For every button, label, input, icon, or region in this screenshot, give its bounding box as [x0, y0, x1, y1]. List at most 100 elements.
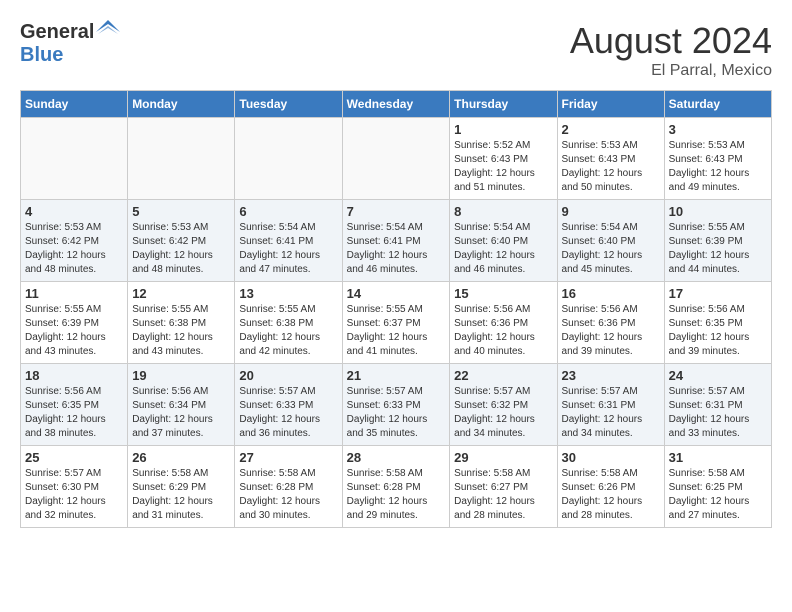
calendar-cell: 3 Sunrise: 5:53 AM Sunset: 6:43 PM Daylig…: [664, 118, 771, 200]
day-number: 21: [347, 368, 446, 383]
day-number: 25: [25, 450, 123, 465]
day-info: Sunrise: 5:58 AM Sunset: 6:27 PM Dayligh…: [454, 467, 552, 523]
calendar-week-row: 11 Sunrise: 5:55 AM Sunset: 6:39 PM Dayli…: [21, 282, 772, 364]
day-number: 2: [562, 122, 660, 137]
day-info: Sunrise: 5:53 AM Sunset: 6:42 PM Dayligh…: [132, 221, 230, 277]
day-number: 9: [562, 204, 660, 219]
calendar-subtitle: El Parral, Mexico: [570, 62, 772, 80]
day-number: 17: [669, 286, 767, 301]
day-info: Sunrise: 5:54 AM Sunset: 6:40 PM Dayligh…: [454, 221, 552, 277]
calendar-cell: [342, 118, 450, 200]
day-info: Sunrise: 5:56 AM Sunset: 6:35 PM Dayligh…: [669, 303, 767, 359]
day-info: Sunrise: 5:58 AM Sunset: 6:26 PM Dayligh…: [562, 467, 660, 523]
calendar-cell: 14 Sunrise: 5:55 AM Sunset: 6:37 PM Dayli…: [342, 282, 450, 364]
calendar-cell: 7 Sunrise: 5:54 AM Sunset: 6:41 PM Daylig…: [342, 200, 450, 282]
day-info: Sunrise: 5:54 AM Sunset: 6:41 PM Dayligh…: [347, 221, 446, 277]
calendar-cell: [128, 118, 235, 200]
calendar-cell: 15 Sunrise: 5:56 AM Sunset: 6:36 PM Dayli…: [450, 282, 557, 364]
day-number: 26: [132, 450, 230, 465]
calendar-cell: 27Sunrise: 5:58 AM Sunset: 6:28 PM Dayli…: [235, 446, 342, 528]
calendar-cell: 18 Sunrise: 5:56 AM Sunset: 6:35 PM Dayli…: [21, 364, 128, 446]
day-number: 15: [454, 286, 552, 301]
logo: General Blue: [20, 20, 120, 67]
day-number: 18: [25, 368, 123, 383]
day-number: 5: [132, 204, 230, 219]
day-info: Sunrise: 5:57 AM Sunset: 6:31 PM Dayligh…: [562, 385, 660, 441]
day-info: Sunrise: 5:57 AM Sunset: 6:32 PM Dayligh…: [454, 385, 552, 441]
calendar-cell: [235, 118, 342, 200]
day-number: 16: [562, 286, 660, 301]
calendar-cell: 26 Sunrise: 5:58 AM Sunset: 6:29 PM Dayli…: [128, 446, 235, 528]
page-header: General Blue August 2024 El Parral, Mexi…: [20, 20, 772, 80]
calendar-cell: 2 Sunrise: 5:53 AM Sunset: 6:43 PM Daylig…: [557, 118, 664, 200]
calendar-cell: 23 Sunrise: 5:57 AM Sunset: 6:31 PM Dayli…: [557, 364, 664, 446]
day-info: Sunrise: 5:56 AM Sunset: 6:35 PM Dayligh…: [25, 385, 123, 441]
calendar-header-friday: Friday: [557, 91, 664, 118]
title-section: August 2024 El Parral, Mexico: [570, 20, 772, 80]
day-number: 1: [454, 122, 552, 137]
logo-general-text: General: [20, 21, 94, 44]
day-number: 24: [669, 368, 767, 383]
day-info: Sunrise: 5:57 AM Sunset: 6:31 PM Dayligh…: [669, 385, 767, 441]
calendar-cell: 22Sunrise: 5:57 AM Sunset: 6:32 PM Dayli…: [450, 364, 557, 446]
day-number: 29: [454, 450, 552, 465]
calendar-cell: 9 Sunrise: 5:54 AM Sunset: 6:40 PM Daylig…: [557, 200, 664, 282]
day-number: 23: [562, 368, 660, 383]
logo-icon: [96, 20, 120, 44]
calendar-header-sunday: Sunday: [21, 91, 128, 118]
day-info: Sunrise: 5:58 AM Sunset: 6:25 PM Dayligh…: [669, 467, 767, 523]
calendar-week-row: 18 Sunrise: 5:56 AM Sunset: 6:35 PM Dayli…: [21, 364, 772, 446]
day-info: Sunrise: 5:53 AM Sunset: 6:42 PM Dayligh…: [25, 221, 123, 277]
day-number: 3: [669, 122, 767, 137]
day-info: Sunrise: 5:58 AM Sunset: 6:29 PM Dayligh…: [132, 467, 230, 523]
day-number: 13: [239, 286, 337, 301]
calendar-cell: 20Sunrise: 5:57 AM Sunset: 6:33 PM Dayli…: [235, 364, 342, 446]
calendar-header-saturday: Saturday: [664, 91, 771, 118]
day-info: Sunrise: 5:57 AM Sunset: 6:33 PM Dayligh…: [347, 385, 446, 441]
calendar-week-row: 1 Sunrise: 5:52 AM Sunset: 6:43 PM Daylig…: [21, 118, 772, 200]
day-info: Sunrise: 5:52 AM Sunset: 6:43 PM Dayligh…: [454, 139, 552, 195]
day-info: Sunrise: 5:55 AM Sunset: 6:39 PM Dayligh…: [25, 303, 123, 359]
day-number: 28: [347, 450, 446, 465]
day-info: Sunrise: 5:56 AM Sunset: 6:36 PM Dayligh…: [454, 303, 552, 359]
calendar-header-row: SundayMondayTuesdayWednesdayThursdayFrid…: [21, 91, 772, 118]
day-number: 10: [669, 204, 767, 219]
calendar-title: August 2024: [570, 20, 772, 62]
calendar-cell: 16Sunrise: 5:56 AM Sunset: 6:36 PM Dayli…: [557, 282, 664, 364]
calendar-header-tuesday: Tuesday: [235, 91, 342, 118]
calendar-cell: 17 Sunrise: 5:56 AM Sunset: 6:35 PM Dayli…: [664, 282, 771, 364]
logo-blue-text: Blue: [20, 44, 63, 67]
calendar-cell: 12Sunrise: 5:55 AM Sunset: 6:38 PM Dayli…: [128, 282, 235, 364]
calendar-header-monday: Monday: [128, 91, 235, 118]
calendar-cell: 28Sunrise: 5:58 AM Sunset: 6:28 PM Dayli…: [342, 446, 450, 528]
day-number: 7: [347, 204, 446, 219]
calendar-header-thursday: Thursday: [450, 91, 557, 118]
day-info: Sunrise: 5:55 AM Sunset: 6:38 PM Dayligh…: [239, 303, 337, 359]
day-number: 30: [562, 450, 660, 465]
day-number: 31: [669, 450, 767, 465]
day-info: Sunrise: 5:56 AM Sunset: 6:34 PM Dayligh…: [132, 385, 230, 441]
day-info: Sunrise: 5:55 AM Sunset: 6:39 PM Dayligh…: [669, 221, 767, 277]
day-info: Sunrise: 5:55 AM Sunset: 6:37 PM Dayligh…: [347, 303, 446, 359]
day-info: Sunrise: 5:53 AM Sunset: 6:43 PM Dayligh…: [669, 139, 767, 195]
calendar-week-row: 4 Sunrise: 5:53 AM Sunset: 6:42 PM Daylig…: [21, 200, 772, 282]
calendar-cell: 24 Sunrise: 5:57 AM Sunset: 6:31 PM Dayli…: [664, 364, 771, 446]
day-info: Sunrise: 5:54 AM Sunset: 6:40 PM Dayligh…: [562, 221, 660, 277]
day-number: 27: [239, 450, 337, 465]
calendar-cell: 25Sunrise: 5:57 AM Sunset: 6:30 PM Dayli…: [21, 446, 128, 528]
day-number: 11: [25, 286, 123, 301]
day-number: 14: [347, 286, 446, 301]
day-number: 6: [239, 204, 337, 219]
calendar-cell: 6Sunrise: 5:54 AM Sunset: 6:41 PM Daylig…: [235, 200, 342, 282]
calendar-cell: 31 Sunrise: 5:58 AM Sunset: 6:25 PM Dayli…: [664, 446, 771, 528]
day-info: Sunrise: 5:55 AM Sunset: 6:38 PM Dayligh…: [132, 303, 230, 359]
calendar-cell: 29 Sunrise: 5:58 AM Sunset: 6:27 PM Dayli…: [450, 446, 557, 528]
calendar-cell: 1 Sunrise: 5:52 AM Sunset: 6:43 PM Daylig…: [450, 118, 557, 200]
calendar-table: SundayMondayTuesdayWednesdayThursdayFrid…: [20, 90, 772, 528]
calendar-cell: 11 Sunrise: 5:55 AM Sunset: 6:39 PM Dayli…: [21, 282, 128, 364]
day-info: Sunrise: 5:53 AM Sunset: 6:43 PM Dayligh…: [562, 139, 660, 195]
day-number: 20: [239, 368, 337, 383]
day-number: 4: [25, 204, 123, 219]
calendar-cell: 19Sunrise: 5:56 AM Sunset: 6:34 PM Dayli…: [128, 364, 235, 446]
calendar-cell: 8Sunrise: 5:54 AM Sunset: 6:40 PM Daylig…: [450, 200, 557, 282]
